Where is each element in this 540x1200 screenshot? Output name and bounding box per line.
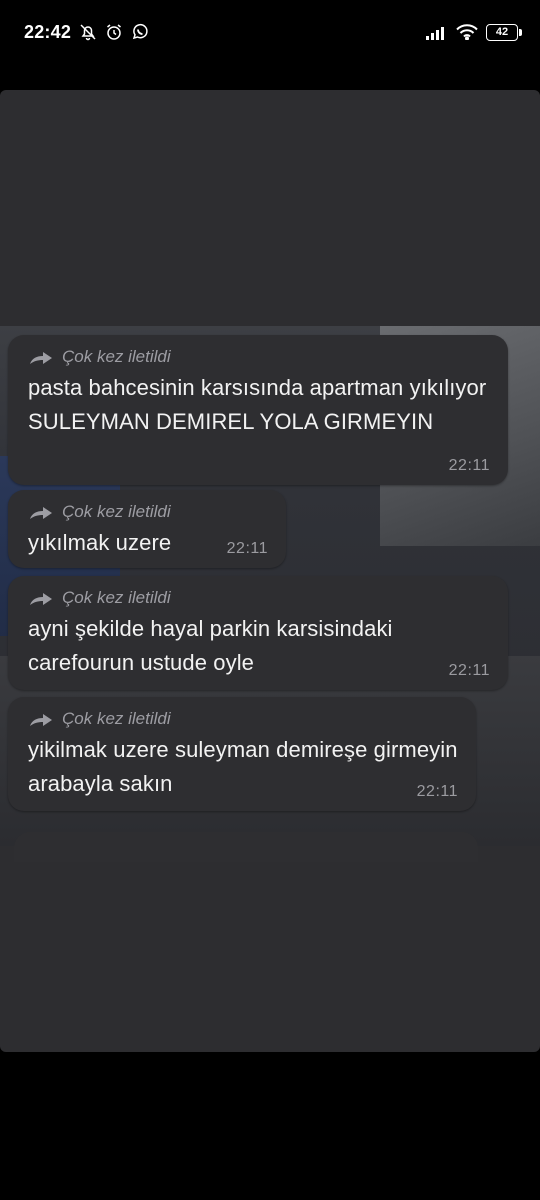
status-right: 42 [426, 23, 522, 41]
message-bubble[interactable]: Çok kez iletildi yıkılmak uzere 22:11 [8, 490, 286, 568]
forwarded-indicator: Çok kez iletildi [28, 586, 494, 610]
message-bubble[interactable]: Çok kez iletildi ayni şekilde hayal park… [8, 576, 508, 690]
message-time: 22:11 [448, 662, 490, 679]
wifi-icon [456, 24, 478, 40]
message-bubble[interactable]: Çok kez iletildi yikilmak uzere suleyman… [8, 697, 476, 811]
forwarded-label: Çok kez iletildi [62, 502, 171, 521]
forward-arrow-icon [30, 714, 52, 726]
message-bubble[interactable]: Çok kez iletildi pasta bahcesinin karsıs… [8, 335, 508, 485]
forwarded-indicator: Çok kez iletildi [28, 500, 272, 524]
message-text: yikilmak uzere suleyman demireşe girmeyi… [28, 737, 464, 796]
message-time: 22:11 [448, 457, 490, 474]
signal-icon [426, 24, 448, 40]
forwarded-label: Çok kez iletildi [62, 347, 171, 366]
status-bar: 22:42 42 [0, 0, 540, 64]
muted-bell-icon [79, 23, 97, 41]
message-time: 22:11 [226, 540, 268, 557]
message-text: ayni şekilde hayal parkin karsisindaki c… [28, 616, 399, 675]
chat-screenshot [0, 90, 540, 1052]
partial-message-bubble [14, 832, 478, 862]
forwarded-label: Çok kez iletildi [62, 588, 171, 607]
message-time: 22:11 [416, 783, 458, 800]
forwarded-label: Çok kez iletildi [62, 709, 171, 728]
message-text: pasta bahcesinin karsısında apartman yık… [28, 375, 493, 434]
alarm-icon [105, 23, 123, 41]
forward-arrow-icon [30, 352, 52, 364]
forward-arrow-icon [30, 507, 52, 519]
forwarded-indicator: Çok kez iletildi [28, 345, 494, 369]
whatsapp-icon [131, 23, 149, 41]
clock: 22:42 [24, 21, 72, 42]
battery-indicator: 42 [486, 23, 522, 41]
forwarded-indicator: Çok kez iletildi [28, 707, 462, 731]
status-left: 22:42 [24, 22, 149, 43]
forward-arrow-icon [30, 593, 52, 605]
